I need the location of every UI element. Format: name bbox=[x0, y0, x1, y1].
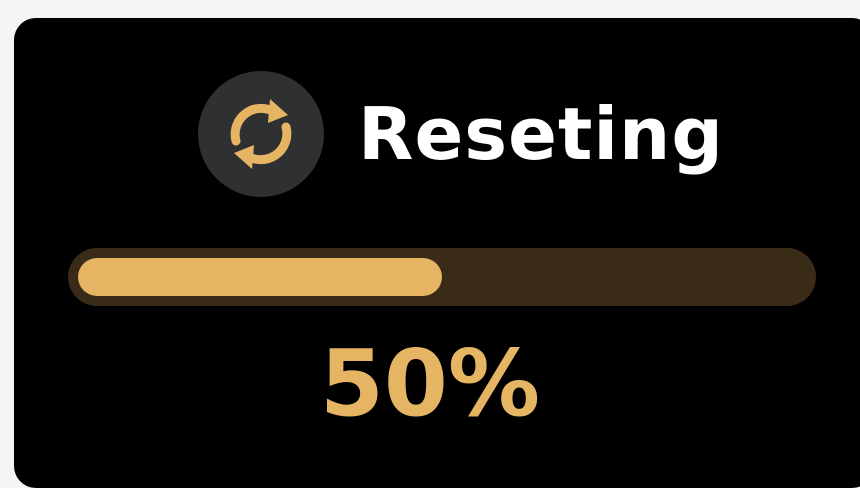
progress-percent: 50% bbox=[319, 330, 541, 437]
sync-icon-graphic bbox=[230, 99, 292, 169]
sync-icon bbox=[198, 71, 324, 197]
reset-progress-panel: Reseting 50% bbox=[14, 18, 860, 488]
dialog-title: Reseting bbox=[358, 92, 724, 176]
reset-header: Reseting bbox=[198, 71, 724, 197]
progress-fill bbox=[78, 258, 442, 296]
progress-bar bbox=[68, 248, 816, 306]
